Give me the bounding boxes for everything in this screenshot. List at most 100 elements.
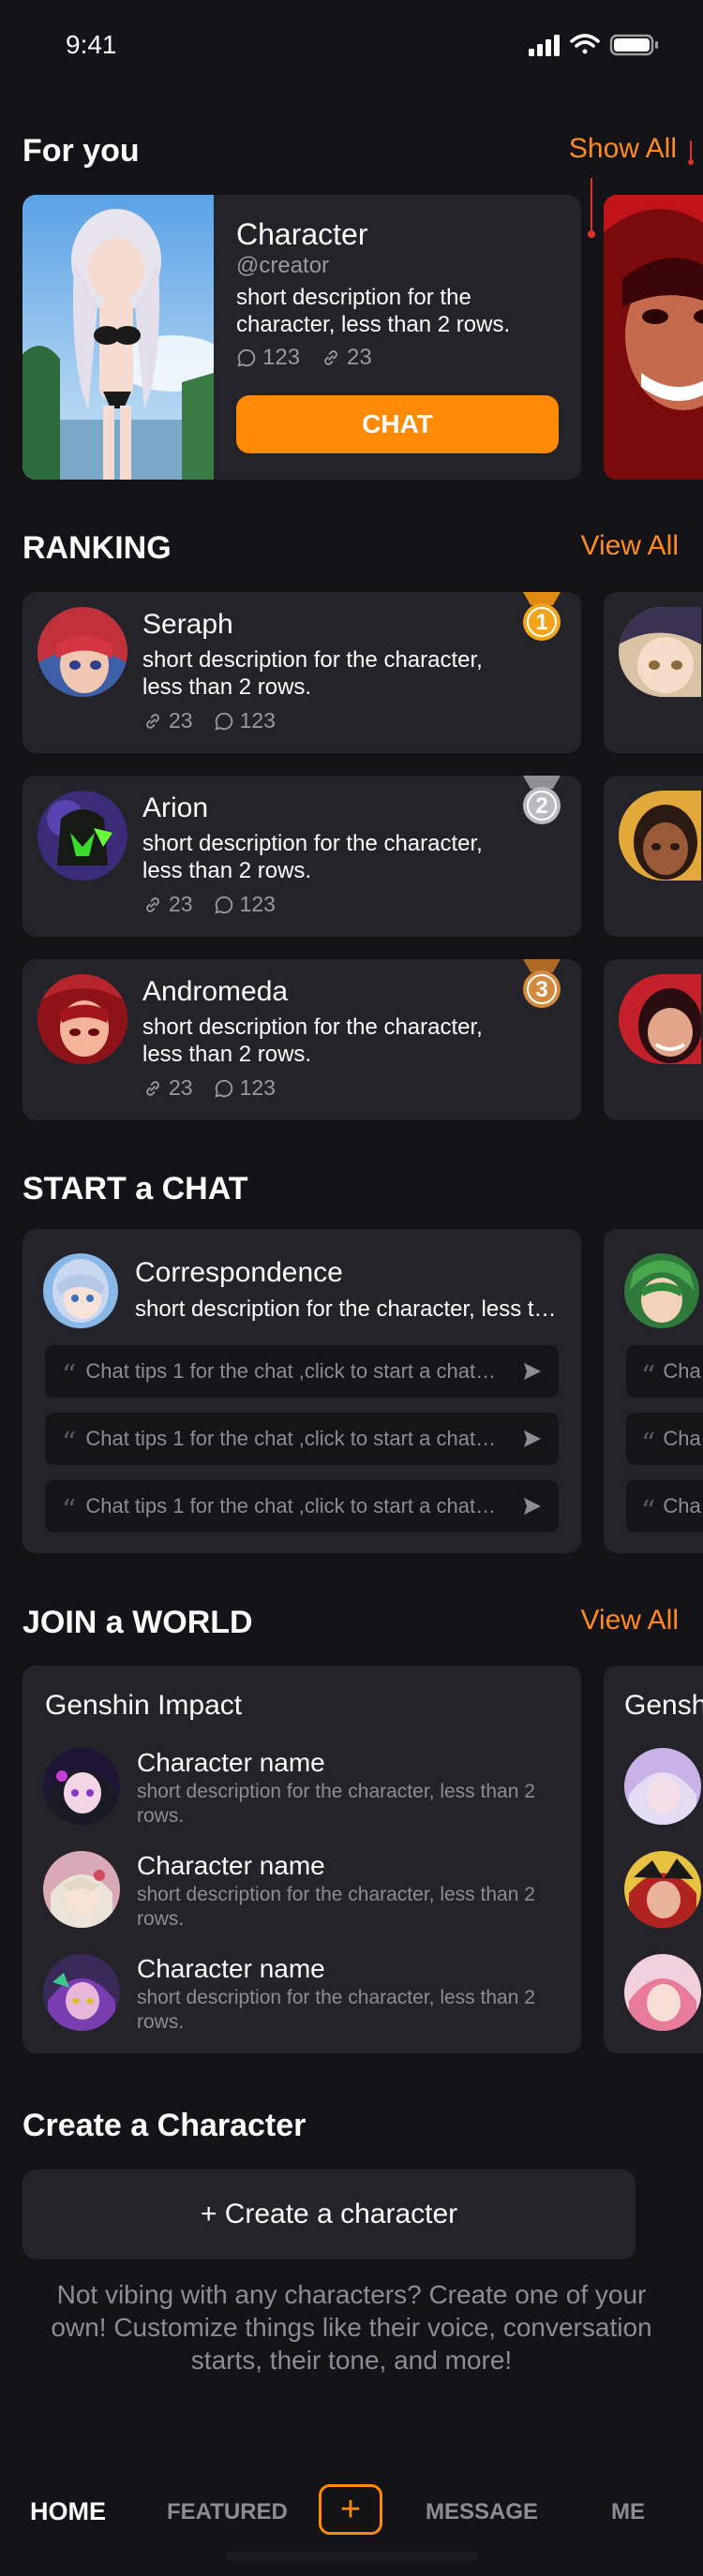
character-stats: 23 123 xyxy=(142,892,276,917)
link-count: 23 xyxy=(169,1075,193,1100)
create-character-button[interactable]: + Create a character xyxy=(22,2169,636,2259)
nav-me[interactable]: ME xyxy=(611,2499,645,2525)
bottom-nav: HOME FEATURED + MESSAGE ME xyxy=(0,2473,703,2550)
creator-handle[interactable]: @creator xyxy=(236,253,329,279)
avatar xyxy=(37,607,127,697)
avatar xyxy=(624,1253,699,1328)
quote-icon: “ xyxy=(62,1427,77,1459)
chat-tip-text: Cha xyxy=(663,1494,701,1517)
character-stats: 23 123 xyxy=(142,708,276,733)
comment-count: 123 xyxy=(239,1075,276,1100)
silver-medal-icon: 2 xyxy=(519,776,564,828)
world-name: Gensh xyxy=(624,1690,703,1721)
character-name: Andromeda xyxy=(142,976,289,1007)
avatar xyxy=(43,1748,120,1825)
next-character-card-peek[interactable] xyxy=(604,195,703,480)
show-all-link[interactable]: Show All xyxy=(569,133,677,165)
for-you-card[interactable]: Character @creator short description for… xyxy=(22,195,581,480)
avatar xyxy=(43,1253,118,1328)
chat-tip-text: Chat tips 1 for the chat ,click to start… xyxy=(85,1359,498,1383)
indicator-line xyxy=(688,141,694,167)
signal-icon xyxy=(529,35,560,56)
ranking-item[interactable]: Arion short description for the characte… xyxy=(22,776,581,937)
join-world-title: JOIN a WORLD xyxy=(22,1605,253,1640)
start-chat-title: START a CHAT xyxy=(22,1171,248,1207)
chat-tip[interactable]: “ Chat tips 1 for the chat ,click to sta… xyxy=(45,1345,559,1398)
avatar xyxy=(37,791,127,881)
quote-icon: “ xyxy=(62,1359,77,1392)
comment-icon xyxy=(215,896,232,914)
chat-tip-text: Cha xyxy=(663,1359,701,1383)
world-character-item[interactable]: Character name short description for the… xyxy=(43,1748,568,1832)
send-icon[interactable] xyxy=(521,1428,544,1450)
gold-medal-icon: 1 xyxy=(519,592,564,644)
avatar xyxy=(619,974,701,1064)
ranking-item-peek[interactable] xyxy=(604,592,703,753)
wifi-icon xyxy=(570,34,600,54)
character-name: Arion xyxy=(142,792,209,823)
chat-tip[interactable]: “ Cha xyxy=(626,1345,703,1398)
character-name: Correspondence xyxy=(135,1257,343,1288)
ranking-view-all-link[interactable]: View All xyxy=(580,530,679,562)
character-description: short description for the character, les… xyxy=(142,647,483,700)
character-description: short description for the character, les… xyxy=(142,1014,483,1067)
home-indicator xyxy=(225,2552,478,2561)
start-chat-card[interactable]: Correspondence short description for the… xyxy=(22,1229,581,1553)
character-name: Character name xyxy=(137,1851,325,1880)
quote-icon: “ xyxy=(62,1494,77,1527)
comment-count: 123 xyxy=(262,345,301,370)
comment-icon xyxy=(215,1079,232,1098)
link-icon xyxy=(146,1080,159,1096)
world-character-item[interactable]: Character name short description for the… xyxy=(43,1851,568,1935)
chat-tip[interactable]: “ Cha xyxy=(626,1480,703,1532)
send-icon[interactable] xyxy=(521,1495,544,1517)
ranking-item[interactable]: Seraph short description for the charact… xyxy=(22,592,581,753)
character-description: short description for the character, les… xyxy=(135,1296,561,1322)
status-time: 9:41 xyxy=(66,30,117,59)
world-card[interactable]: Genshin Impact Character name short desc… xyxy=(22,1666,581,2053)
character-name: Character name xyxy=(137,1748,325,1777)
indicator-line xyxy=(588,178,595,244)
world-character-item[interactable]: Character name short description for the… xyxy=(43,1954,568,2038)
nav-message[interactable]: MESSAGE xyxy=(426,2499,538,2525)
character-name: Character name xyxy=(137,1954,325,1983)
ranking-item-peek[interactable] xyxy=(604,776,703,937)
comment-icon xyxy=(237,348,256,367)
character-stats: 123 23 xyxy=(236,345,372,371)
character-description: short description for the character, les… xyxy=(137,1987,535,2033)
quote-icon: “ xyxy=(641,1359,656,1393)
link-icon xyxy=(146,896,159,912)
avatar xyxy=(619,607,701,697)
send-icon[interactable] xyxy=(521,1360,544,1383)
avatar xyxy=(624,1954,701,2031)
chat-tip[interactable]: “ Cha xyxy=(626,1413,703,1465)
join-world-view-all-link[interactable]: View All xyxy=(580,1605,679,1636)
nav-home[interactable]: HOME xyxy=(30,2497,106,2526)
avatar xyxy=(624,1748,701,1825)
quote-icon: “ xyxy=(641,1494,656,1528)
for-you-title: For you xyxy=(22,133,140,169)
link-count: 23 xyxy=(169,708,193,733)
rank-number: 2 xyxy=(535,793,548,819)
comment-icon xyxy=(215,712,232,731)
link-icon xyxy=(146,713,159,729)
link-count: 23 xyxy=(169,892,193,916)
chat-tip-text: Chat tips 1 for the chat ,click to start… xyxy=(85,1427,498,1450)
comment-count: 123 xyxy=(239,708,276,733)
ranking-item[interactable]: Andromeda short description for the char… xyxy=(22,959,581,1120)
ranking-title: RANKING xyxy=(22,530,172,566)
character-description: short description for the character, les… xyxy=(137,1781,535,1827)
chat-tip[interactable]: “ Chat tips 1 for the chat ,click to sta… xyxy=(45,1480,559,1532)
world-card-peek[interactable]: Gensh xyxy=(604,1666,703,2053)
character-name: Character xyxy=(236,217,368,251)
nav-featured[interactable]: FEATURED xyxy=(167,2499,288,2525)
chat-button[interactable]: CHAT xyxy=(236,395,559,453)
start-chat-card-peek[interactable]: “ Cha “ Cha “ Cha xyxy=(604,1229,703,1553)
ranking-item-peek[interactable] xyxy=(604,959,703,1120)
chat-tip[interactable]: “ Chat tips 1 for the chat ,click to sta… xyxy=(45,1413,559,1465)
nav-create-plus-button[interactable]: + xyxy=(319,2484,382,2535)
create-character-note: Not vibing with any characters? Create o… xyxy=(51,2280,652,2375)
character-stats: 23 123 xyxy=(142,1075,276,1101)
link-icon xyxy=(324,350,337,365)
chat-tip-text: Chat tips 1 for the chat ,click to start… xyxy=(85,1494,498,1517)
